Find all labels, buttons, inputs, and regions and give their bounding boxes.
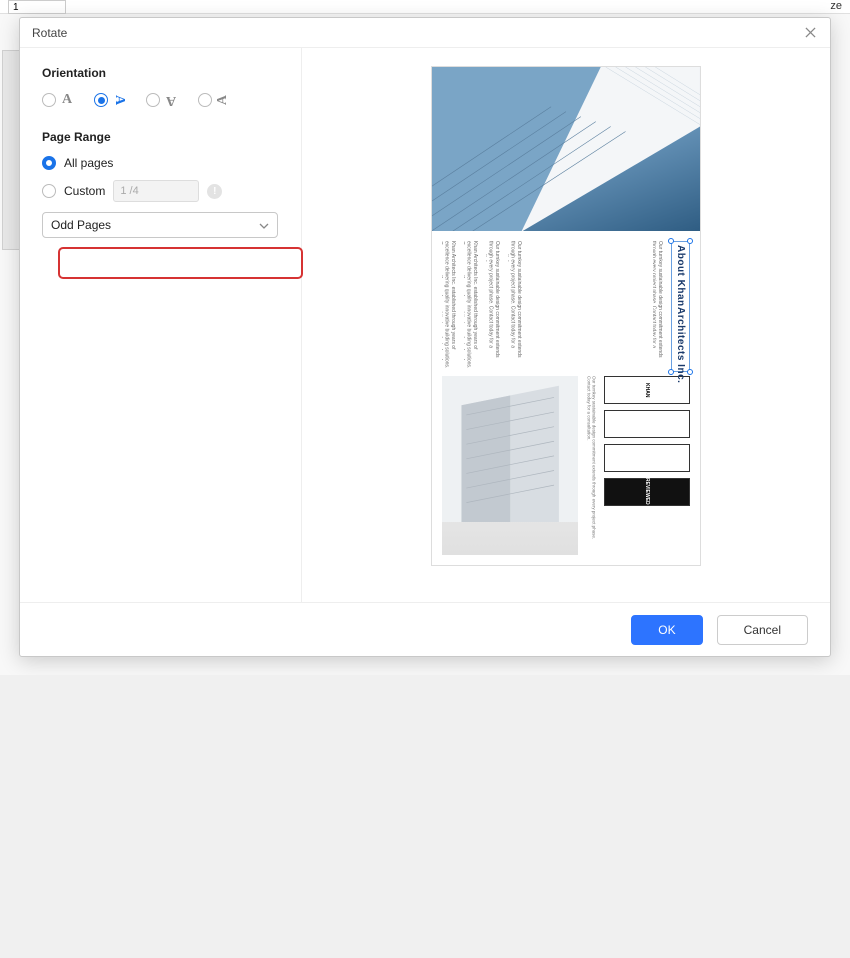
selection-handle-icon [668,238,674,244]
body-text-col1: Khan Architects Inc. established through… [442,241,456,371]
radio-icon [42,184,56,198]
rotate-dialog: Rotate Orientation A A A [19,17,831,657]
body-text-col2: Khan Architects Inc. established through… [464,241,478,371]
dialog-title: Rotate [32,26,67,40]
right-panel-fragment [830,50,850,250]
page-preview: Khan Architects Inc. established through… [431,66,701,566]
cancel-button[interactable]: Cancel [717,615,808,645]
custom-pages-option[interactable]: Custom ! [42,180,279,202]
caption-text: Our turnkey sustainable design commitmen… [586,376,596,555]
page-range-label: Page Range [42,130,279,144]
custom-range-input[interactable] [113,180,199,202]
title-line2: Architects Inc. [675,307,686,383]
options-pane: Orientation A A A A Pag [20,48,302,602]
chevron-down-icon [259,218,269,232]
preview-pane: Khan Architects Inc. established through… [302,48,830,602]
app-toolbar [0,0,850,14]
close-button[interactable] [802,25,818,41]
page-filter-select[interactable]: Odd Pages [42,212,278,238]
orientation-label: Orientation [42,66,279,80]
page-filter-value: Odd Pages [51,218,111,232]
orientation-90deg[interactable]: A [94,92,124,108]
title-line1: About Khan [675,245,686,307]
orientation-group: A A A A [42,92,279,108]
radio-icon [42,93,56,107]
info-stamp [604,444,690,472]
thumbnail-strip[interactable] [2,50,20,250]
info-icon[interactable]: ! [207,184,222,199]
radio-icon [94,93,108,107]
document-title-box: About Khan Architects Inc. [671,241,690,371]
radio-icon [198,93,212,107]
selection-handle-icon [687,369,693,375]
toolbar-fragment: ze [830,0,842,12]
dialog-titlebar: Rotate [20,18,830,48]
letter-a-rotated-icon: A [111,95,127,105]
info-stamp [604,410,690,438]
preview-lower-section: Our turnkey sustainable design commitmen… [432,376,700,565]
letter-a-flipped-icon: A [166,92,176,108]
orientation-0deg[interactable]: A [42,92,72,108]
ok-button[interactable]: OK [631,615,702,645]
body-text-col4: Our turnkey sustainable design commitmen… [508,241,522,371]
hero-image [432,67,700,231]
dialog-footer: OK Cancel [20,602,830,656]
preview-mid-section: Khan Architects Inc. established through… [432,231,700,375]
reviewed-stamp: REVIEWED [604,478,690,506]
orientation-180deg[interactable]: A [146,92,176,108]
dialog-body: Orientation A A A A Pag [20,48,830,602]
page-number-field[interactable] [8,0,66,14]
body-text-col5: Our turnkey sustainable design commitmen… [653,241,663,371]
building-image [442,376,578,555]
selection-handle-icon [687,238,693,244]
body-text-col3: Our turnkey sustainable design commitmen… [486,241,500,371]
all-pages-label: All pages [64,156,113,170]
letter-a-rotated-icon: A [215,95,231,105]
radio-icon [42,156,56,170]
custom-label: Custom [64,184,105,198]
all-pages-option[interactable]: All pages [42,156,279,170]
stamp-column: KHAN REVIEWED [604,376,690,555]
letter-a-icon: A [62,92,72,108]
orientation-270deg[interactable]: A [198,92,228,108]
close-icon [805,27,816,38]
selection-handle-icon [668,369,674,375]
radio-icon [146,93,160,107]
